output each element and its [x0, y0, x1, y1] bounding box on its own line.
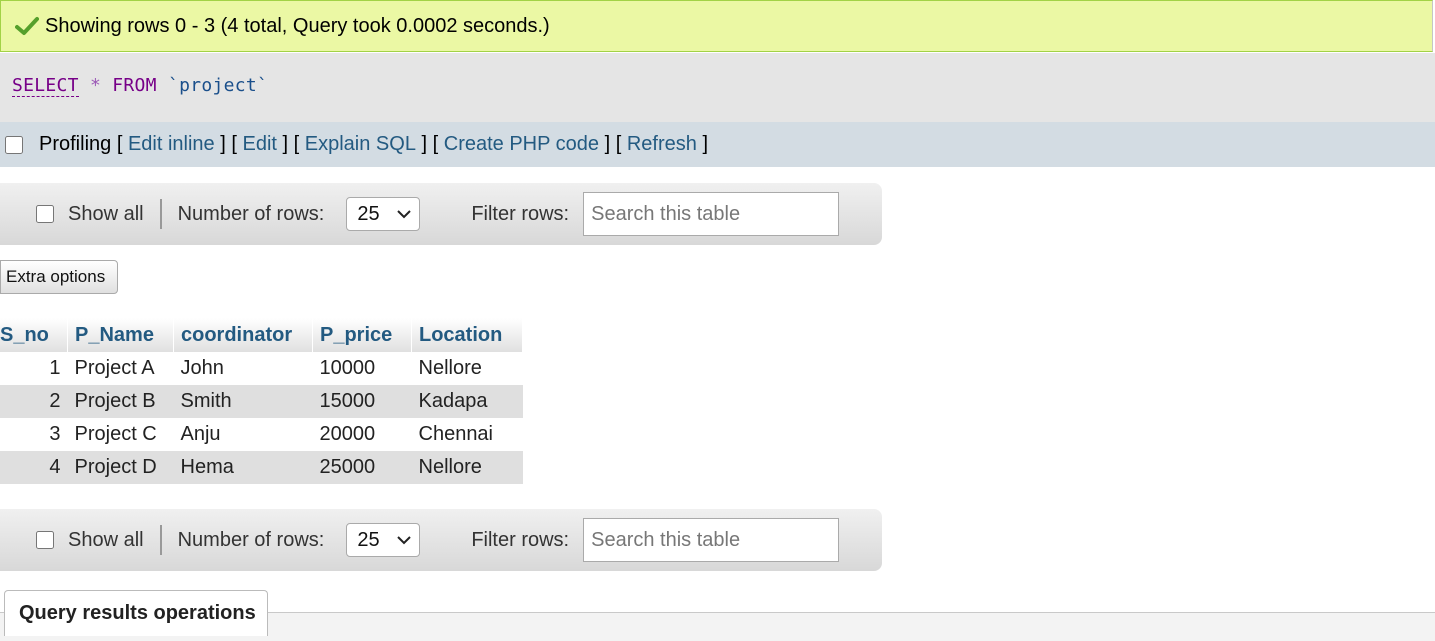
- cell-p-name[interactable]: Project D: [67, 451, 174, 484]
- cell-s-no[interactable]: 1: [0, 352, 68, 385]
- table-row: 4 Project D Hema 25000 Nellore: [0, 451, 523, 484]
- bracket-close: ]: [282, 133, 289, 155]
- success-message-text: Showing rows 0 - 3 (4 total, Query took …: [45, 14, 550, 37]
- divider: [159, 525, 162, 555]
- edit-link[interactable]: Edit: [242, 133, 276, 156]
- cell-p-price[interactable]: 15000: [312, 385, 412, 418]
- rows-per-page-select[interactable]: 25: [346, 523, 421, 557]
- cell-location[interactable]: Nellore: [411, 352, 523, 385]
- sql-query-box: SELECT * FROM `project`: [0, 53, 1435, 122]
- cell-p-price[interactable]: 25000: [312, 451, 412, 484]
- show-all-checkbox[interactable]: [36, 205, 54, 223]
- bracket-open: [: [615, 133, 622, 155]
- show-all-label: Show all: [68, 528, 144, 551]
- sql-star: *: [89, 75, 102, 96]
- rows-per-page-value: 25: [357, 202, 380, 225]
- cell-p-name[interactable]: Project C: [67, 418, 174, 451]
- rows-per-page-select[interactable]: 25: [346, 197, 421, 231]
- cell-location[interactable]: Nellore: [411, 451, 523, 484]
- table-row: 1 Project A John 10000 Nellore: [0, 352, 523, 385]
- sql-query-code: SELECT * FROM `project`: [12, 75, 269, 97]
- sql-table-name: `project`: [167, 75, 269, 96]
- rows-label: Number of rows:: [177, 202, 325, 225]
- sql-keyword-from: FROM: [112, 75, 157, 96]
- cell-s-no[interactable]: 3: [0, 418, 68, 451]
- cell-location[interactable]: Chennai: [411, 418, 523, 451]
- bracket-close: ]: [702, 133, 708, 155]
- column-header-location[interactable]: Location: [411, 318, 523, 352]
- table-header-row: S_no P_Name coordinator P_price Location: [0, 318, 523, 352]
- profiling-checkbox[interactable]: [5, 135, 23, 154]
- column-header-p-name[interactable]: P_Name: [67, 318, 174, 352]
- table-row: 3 Project C Anju 20000 Chennai: [0, 418, 523, 451]
- chevron-down-icon: [397, 210, 412, 219]
- cell-location[interactable]: Kadapa: [411, 385, 523, 418]
- create-php-code-link[interactable]: Create PHP code: [444, 133, 599, 156]
- rows-per-page-value: 25: [357, 528, 380, 551]
- filter-rows-label: Filter rows:: [471, 202, 570, 225]
- query-tools-bar: Profiling [ Edit inline ] [ Edit ] [ Exp…: [0, 122, 1435, 167]
- cell-coordinator[interactable]: Smith: [173, 385, 313, 418]
- show-all-label: Show all: [68, 202, 144, 225]
- refresh-link[interactable]: Refresh: [627, 133, 697, 156]
- cell-s-no[interactable]: 4: [0, 451, 68, 484]
- check-icon: [15, 17, 39, 35]
- query-results-operations-tab[interactable]: Query results operations: [4, 590, 268, 636]
- cell-p-price[interactable]: 10000: [312, 352, 412, 385]
- column-header-s-no[interactable]: S_no: [0, 318, 68, 352]
- column-header-coordinator[interactable]: coordinator: [173, 318, 313, 352]
- bracket-open: [: [432, 133, 439, 155]
- cell-coordinator[interactable]: John: [173, 352, 313, 385]
- bracket-close: ]: [604, 133, 611, 155]
- cell-s-no[interactable]: 2: [0, 385, 68, 418]
- bracket-close: ]: [421, 133, 428, 155]
- results-table: S_no P_Name coordinator P_price Location…: [0, 318, 523, 484]
- cell-p-price[interactable]: 20000: [312, 418, 412, 451]
- cell-coordinator[interactable]: Hema: [173, 451, 313, 484]
- profiling-label: Profiling: [39, 133, 112, 155]
- table-row: 2 Project B Smith 15000 Kadapa: [0, 385, 523, 418]
- cell-p-name[interactable]: Project A: [67, 352, 174, 385]
- filter-rows-input[interactable]: [583, 192, 840, 236]
- chevron-down-icon: [397, 536, 412, 545]
- extra-options-button[interactable]: Extra options: [0, 260, 118, 294]
- bracket-close: ]: [220, 133, 226, 155]
- top-navigation-bar: Show all Number of rows: 25 Filter rows:: [0, 183, 882, 245]
- column-header-p-price[interactable]: P_price: [312, 318, 412, 352]
- bracket-open: [: [293, 133, 300, 155]
- cell-coordinator[interactable]: Anju: [173, 418, 313, 451]
- rows-label: Number of rows:: [177, 528, 325, 551]
- edit-inline-link[interactable]: Edit inline: [128, 133, 215, 156]
- cell-p-name[interactable]: Project B: [67, 385, 174, 418]
- success-message: Showing rows 0 - 3 (4 total, Query took …: [0, 0, 1433, 52]
- show-all-checkbox[interactable]: [36, 531, 54, 549]
- bottom-navigation-bar: Show all Number of rows: 25 Filter rows:: [0, 509, 882, 571]
- bracket-open: [: [116, 133, 123, 155]
- divider: [159, 199, 162, 229]
- bracket-open: [: [231, 133, 237, 155]
- filter-rows-label: Filter rows:: [471, 528, 570, 551]
- sql-keyword-select[interactable]: SELECT: [12, 75, 79, 97]
- filter-rows-input[interactable]: [583, 518, 840, 562]
- explain-sql-link[interactable]: Explain SQL: [305, 133, 416, 156]
